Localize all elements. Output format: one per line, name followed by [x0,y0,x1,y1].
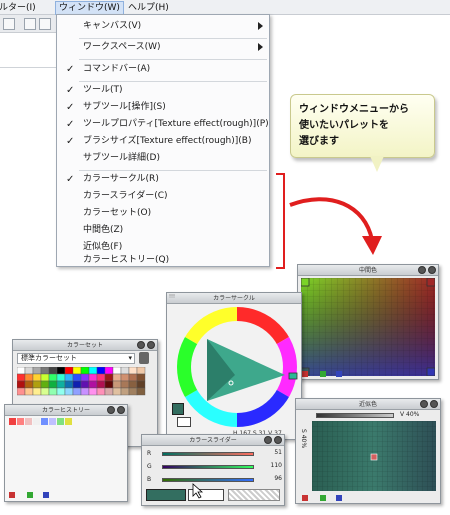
color-set-select[interactable]: 標準カラーセット ▾ [17,353,135,364]
history-swatch[interactable] [41,418,48,425]
history-swatch[interactable] [25,418,32,425]
wrench-icon[interactable] [139,352,149,364]
slider-b-value[interactable]: 96 [264,475,282,482]
slider-g-track[interactable] [162,465,254,469]
color-swatch[interactable] [336,371,342,377]
history-swatch[interactable] [65,418,72,425]
saturation-label: S [300,429,307,433]
color-swatch[interactable] [320,371,326,377]
color-circle-palette: カラーサークル !!! H 167 S 31 V 37 [166,292,302,440]
close-icon[interactable] [147,341,155,349]
intermediate-color-palette: 中間色 [297,264,439,380]
color-slider-palette: カラースライダー R 51 G 110 B 96 [141,434,285,506]
close-icon[interactable] [430,400,438,408]
palette-title: 中間色 [298,265,438,276]
palette-title: カラースライダー [142,435,284,446]
callout-text: ウィンドウメニューから [299,104,409,115]
history-swatches [9,418,109,425]
callout-tail [370,156,384,172]
minimize-icon[interactable] [418,266,426,274]
color-history-palette: カラーヒストリー [4,404,128,502]
palette-title: カラーセット [13,340,157,351]
slider-g-label: G [147,463,152,470]
color-set-select-value: 標準カラーセット [21,354,77,362]
transparent-color-swatch[interactable] [228,489,280,501]
color-swatch[interactable] [336,495,342,501]
slider-g-value[interactable]: 110 [264,462,282,469]
slider-b-track[interactable] [162,478,254,482]
approximate-color-palette: 近似色 V 40% S 40% [295,398,441,504]
secondary-color-swatch[interactable] [177,417,191,427]
callout-text: 選びます [299,136,339,147]
intermediate-color-grid[interactable] [301,278,435,376]
close-icon[interactable] [274,436,282,444]
close-icon[interactable] [428,266,436,274]
saturation-readout: S 40% [300,429,307,449]
grip-icon: !!! [169,294,176,300]
slider-r-value[interactable]: 51 [264,449,282,456]
palette-title: カラーサークル [167,293,301,304]
chevron-down-icon: ▾ [128,354,132,362]
minimize-icon[interactable] [107,406,115,414]
cursor-icon [192,483,204,499]
current-color-swatch[interactable] [146,489,186,501]
history-swatch[interactable] [9,418,16,425]
color-swatch[interactable] [302,371,308,377]
callout-bubble: ウィンドウメニューから 使いたいパレットを 選びます [290,94,435,158]
color-swatch[interactable] [27,492,33,498]
saturation-value: 40 [300,434,307,443]
red-arrowhead [362,236,382,255]
approximate-color-grid[interactable] [312,421,436,491]
value-value: 40 [406,411,414,418]
minimize-icon[interactable] [264,436,272,444]
close-icon[interactable] [117,406,125,414]
red-bracket [276,173,285,269]
slider-r-label: R [147,450,152,457]
color-swatch[interactable] [320,495,326,501]
color-swatch[interactable] [9,492,15,498]
color-wheel[interactable] [175,305,299,429]
minimize-icon[interactable] [137,341,145,349]
slider-r-track[interactable] [162,452,254,456]
value-readout: V 40% [400,411,420,418]
callout-text: 使いたいパレットを [299,120,389,131]
value-slider[interactable] [316,413,394,418]
minimize-icon[interactable] [420,400,428,408]
current-color-swatch[interactable] [172,403,184,415]
history-swatch[interactable] [57,418,64,425]
history-swatch[interactable] [17,418,24,425]
history-swatch[interactable] [49,418,56,425]
history-swatch[interactable] [33,418,40,425]
color-swatch[interactable] [43,492,49,498]
slider-b-label: B [147,476,152,483]
value-label: V [400,411,405,418]
red-arrow [289,197,374,241]
palette-title: 近似色 [296,399,440,410]
color-swatch[interactable] [302,495,308,501]
